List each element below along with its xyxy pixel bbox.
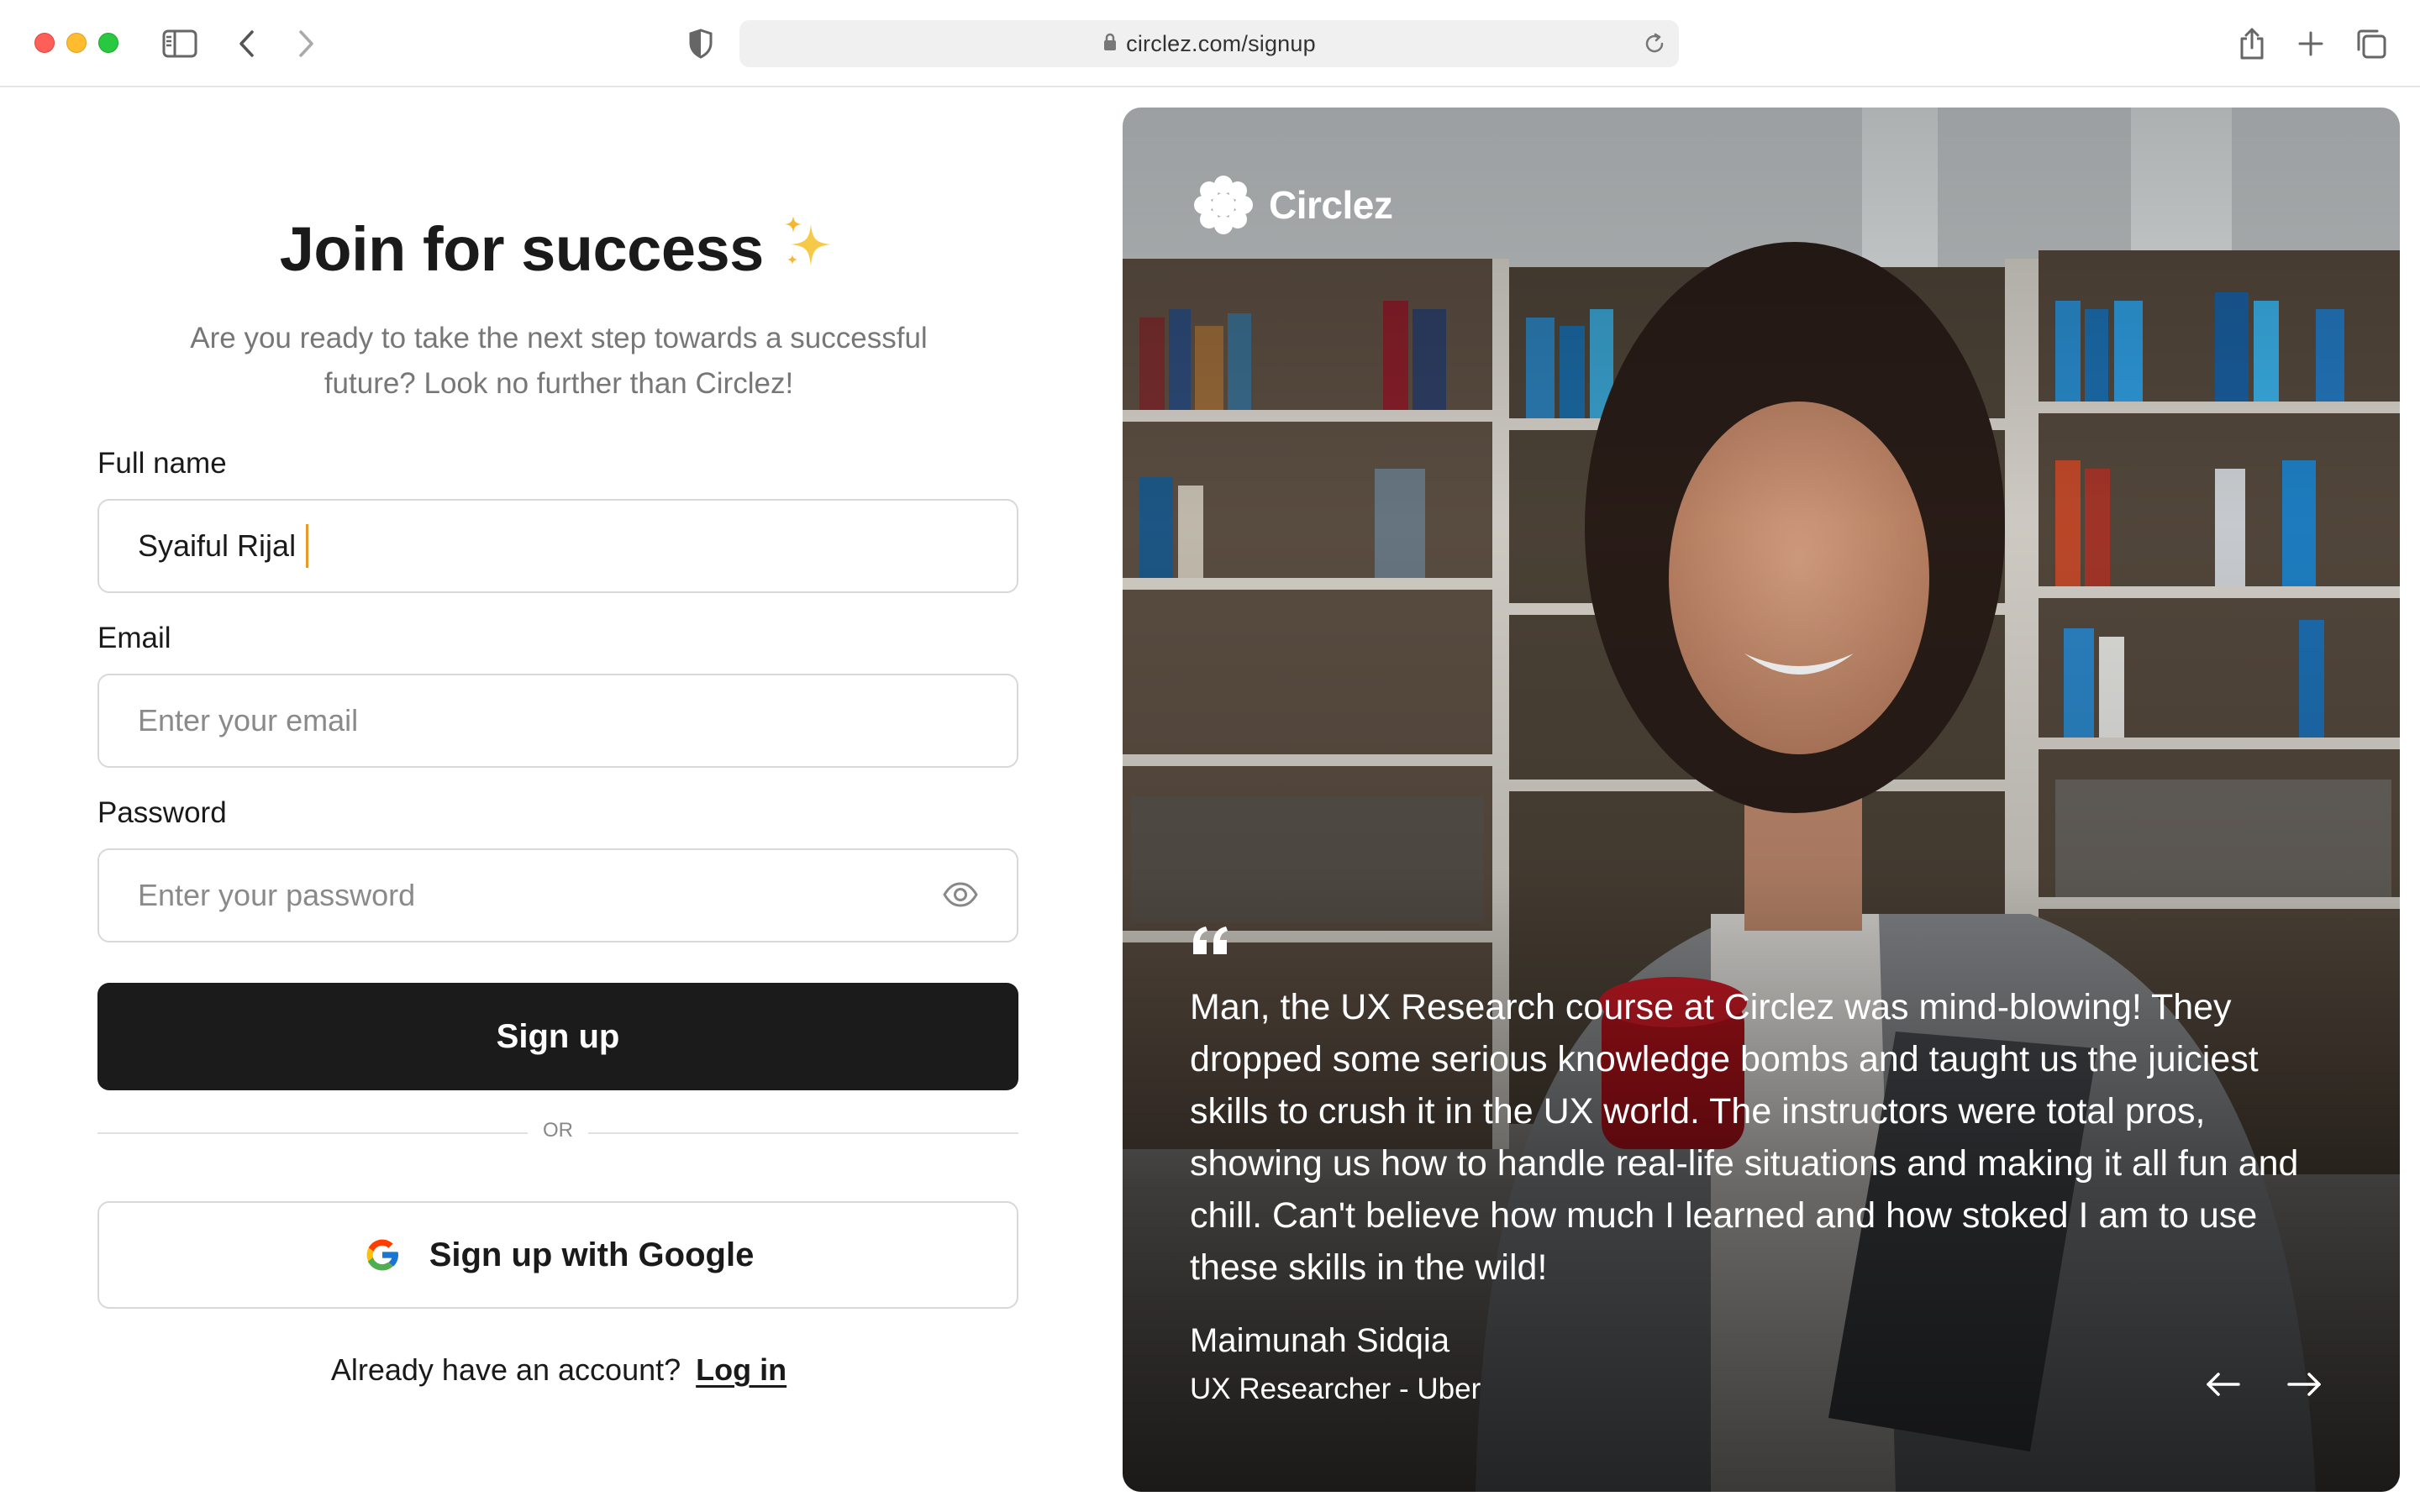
testimonial-role: UX Researcher - Uber <box>1190 1373 1481 1405</box>
zoom-window-button[interactable] <box>98 33 118 53</box>
signup-panel: Join for success Are you ready to take t… <box>0 89 1118 1512</box>
email-field[interactable]: Enter your email <box>97 674 1018 768</box>
lock-icon <box>1102 32 1118 56</box>
share-icon[interactable] <box>2233 25 2270 62</box>
shield-icon[interactable] <box>682 25 719 62</box>
login-row: Already have an account? Log in <box>0 1352 1118 1388</box>
minimize-window-button[interactable] <box>66 33 87 53</box>
divider-right <box>588 1132 1018 1134</box>
login-link[interactable]: Log in <box>696 1352 786 1387</box>
divider-or: OR <box>543 1119 573 1142</box>
chevron-left-icon[interactable] <box>229 25 266 62</box>
arrow-left-icon[interactable] <box>2200 1361 2247 1408</box>
eye-icon[interactable] <box>943 880 978 916</box>
address-bar[interactable]: circlez.com/signup <box>739 20 1679 67</box>
divider-left <box>97 1132 528 1134</box>
signup-button[interactable]: Sign up <box>97 983 1018 1090</box>
testimonial-hero: Circlez Man, the UX Research course at C… <box>1123 108 2400 1492</box>
email-placeholder: Enter your email <box>138 703 359 738</box>
reload-icon[interactable] <box>1642 31 1667 60</box>
full-name-label: Full name <box>97 447 227 480</box>
browser-toolbar: circlez.com/signup <box>0 0 2420 87</box>
chevron-right-icon[interactable] <box>287 25 324 62</box>
email-label: Email <box>97 622 171 654</box>
brand-name: Circlez <box>1269 183 1393 227</box>
title-row: Join for success <box>0 213 1118 285</box>
google-signup-button[interactable]: Sign up with Google <box>97 1201 1018 1309</box>
text-caret <box>306 524 309 568</box>
sidebar-icon[interactable] <box>161 25 198 62</box>
close-window-button[interactable] <box>34 33 55 53</box>
testimonial-author: Maimunah Sidqia <box>1190 1322 1450 1359</box>
full-name-field[interactable]: Syaiful Rijal <box>97 499 1018 593</box>
google-button-label: Sign up with Google <box>429 1236 755 1273</box>
password-field[interactable]: Enter your password <box>97 848 1018 942</box>
password-label: Password <box>97 796 227 829</box>
sparkle-icon <box>782 214 838 277</box>
plus-icon[interactable] <box>2292 25 2329 62</box>
tabs-icon[interactable] <box>2353 25 2390 62</box>
page-title: Join for success <box>279 214 765 284</box>
quote-icon <box>1190 924 1232 962</box>
address-url: circlez.com/signup <box>1126 30 1316 56</box>
google-icon <box>366 1239 399 1271</box>
page-subtitle: Are you ready to take the next step towa… <box>190 322 928 400</box>
login-prompt: Already have an account? <box>330 1352 681 1387</box>
full-name-value: Syaiful Rijal <box>138 528 297 563</box>
arrow-right-icon[interactable] <box>2281 1361 2328 1408</box>
password-placeholder: Enter your password <box>138 878 416 912</box>
brand-logo[interactable]: Circlez <box>1193 175 1393 235</box>
circlez-logo-icon <box>1194 176 1253 234</box>
testimonial-text: Man, the UX Research course at Circlez w… <box>1190 987 2299 1288</box>
